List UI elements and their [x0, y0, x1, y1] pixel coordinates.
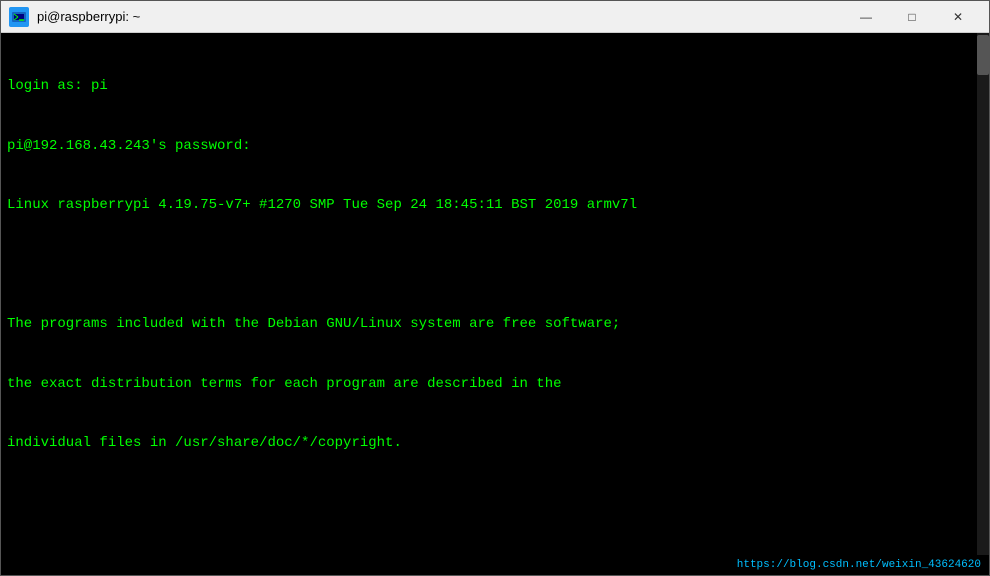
titlebar: pi@raspberrypi: ~ — □ ✕	[1, 1, 989, 33]
minimize-button[interactable]: —	[843, 1, 889, 33]
terminal-window: pi@raspberrypi: ~ — □ ✕ login as: pi pi@…	[0, 0, 990, 576]
window-controls: — □ ✕	[843, 1, 981, 33]
scrollbar-thumb[interactable]	[977, 35, 989, 75]
terminal-line: Linux raspberrypi 4.19.75-v7+ #1270 SMP …	[7, 195, 983, 215]
terminal-line: login as: pi	[7, 76, 983, 96]
terminal-line	[7, 493, 983, 513]
scrollbar[interactable]	[977, 33, 989, 555]
terminal-line: pi@192.168.43.243's password:	[7, 136, 983, 156]
terminal-body[interactable]: login as: pi pi@192.168.43.243's passwor…	[1, 33, 989, 555]
terminal-line: The programs included with the Debian GN…	[7, 314, 983, 334]
terminal-output: login as: pi pi@192.168.43.243's passwor…	[7, 37, 983, 555]
terminal-line	[7, 255, 983, 275]
window-title: pi@raspberrypi: ~	[37, 9, 140, 24]
maximize-button[interactable]: □	[889, 1, 935, 33]
terminal-line: the exact distribution terms for each pr…	[7, 374, 983, 394]
terminal-line: Debian GNU/Linux comes with ABSOLUTELY N…	[7, 552, 983, 555]
app-icon	[9, 7, 29, 27]
terminal-line: individual files in /usr/share/doc/*/cop…	[7, 433, 983, 453]
status-bar: https://blog.csdn.net/weixin_43624620	[1, 555, 989, 575]
status-url: https://blog.csdn.net/weixin_43624620	[737, 559, 981, 571]
titlebar-left: pi@raspberrypi: ~	[9, 7, 140, 27]
close-button[interactable]: ✕	[935, 1, 981, 33]
